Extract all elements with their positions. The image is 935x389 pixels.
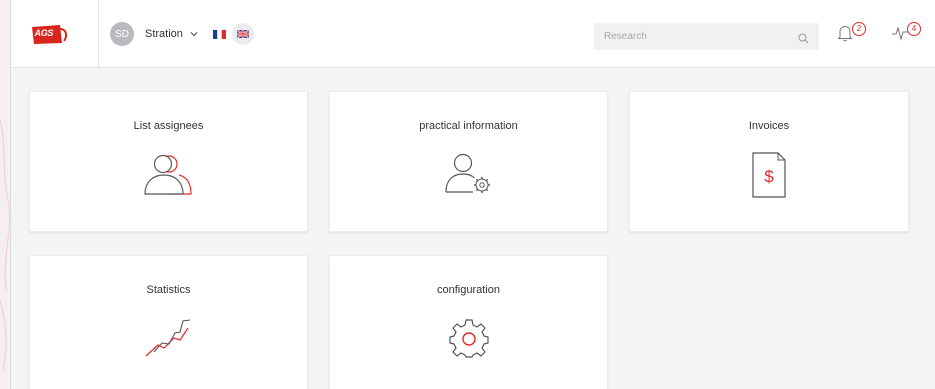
card-title: List assignees — [133, 120, 204, 132]
card-practical-information[interactable]: practical information — [329, 91, 608, 232]
card-list-assignees[interactable]: List assignees — [29, 91, 308, 232]
search-icon[interactable] — [798, 31, 809, 44]
logo-cell: AGS — [11, 0, 99, 68]
logo-text: AGS — [34, 28, 54, 38]
user-settings-icon — [444, 153, 490, 193]
avatar[interactable]: SD — [110, 22, 134, 46]
app-frame: AGS SD Stration Research 2 4 List assign… — [10, 0, 935, 389]
flag-uk-icon[interactable] — [231, 23, 254, 45]
statistics-chart-icon — [145, 319, 190, 357]
bell-icon — [837, 25, 853, 42]
card-configuration[interactable]: configuration — [329, 255, 608, 389]
flag-fr-icon[interactable] — [212, 29, 226, 39]
card-statistics[interactable]: Statistics — [29, 255, 308, 389]
chevron-down-icon[interactable] — [189, 29, 199, 39]
bell-count-badge: 2 — [852, 22, 866, 36]
users-icon — [143, 154, 192, 195]
notifications-button[interactable]: 2 — [837, 22, 866, 48]
activity-count-badge: 4 — [907, 22, 921, 36]
svg-text:$: $ — [764, 167, 774, 186]
activity-button[interactable]: 4 — [891, 22, 921, 48]
user-menu[interactable]: SD Stration — [110, 22, 254, 46]
top-bar: AGS SD Stration Research 2 4 — [11, 0, 935, 68]
invoice-dollar-icon: $ — [752, 152, 786, 198]
card-invoices[interactable]: Invoices $ — [629, 91, 909, 232]
ags-logo[interactable]: AGS — [31, 23, 70, 45]
user-name[interactable]: Stration — [145, 28, 183, 40]
card-title: practical information — [419, 120, 518, 132]
search-input[interactable] — [594, 31, 784, 42]
card-title: Invoices — [748, 120, 790, 132]
card-title: Statistics — [146, 284, 191, 296]
card-title: configuration — [437, 284, 500, 296]
gear-icon — [448, 319, 489, 358]
search-box — [594, 23, 819, 50]
